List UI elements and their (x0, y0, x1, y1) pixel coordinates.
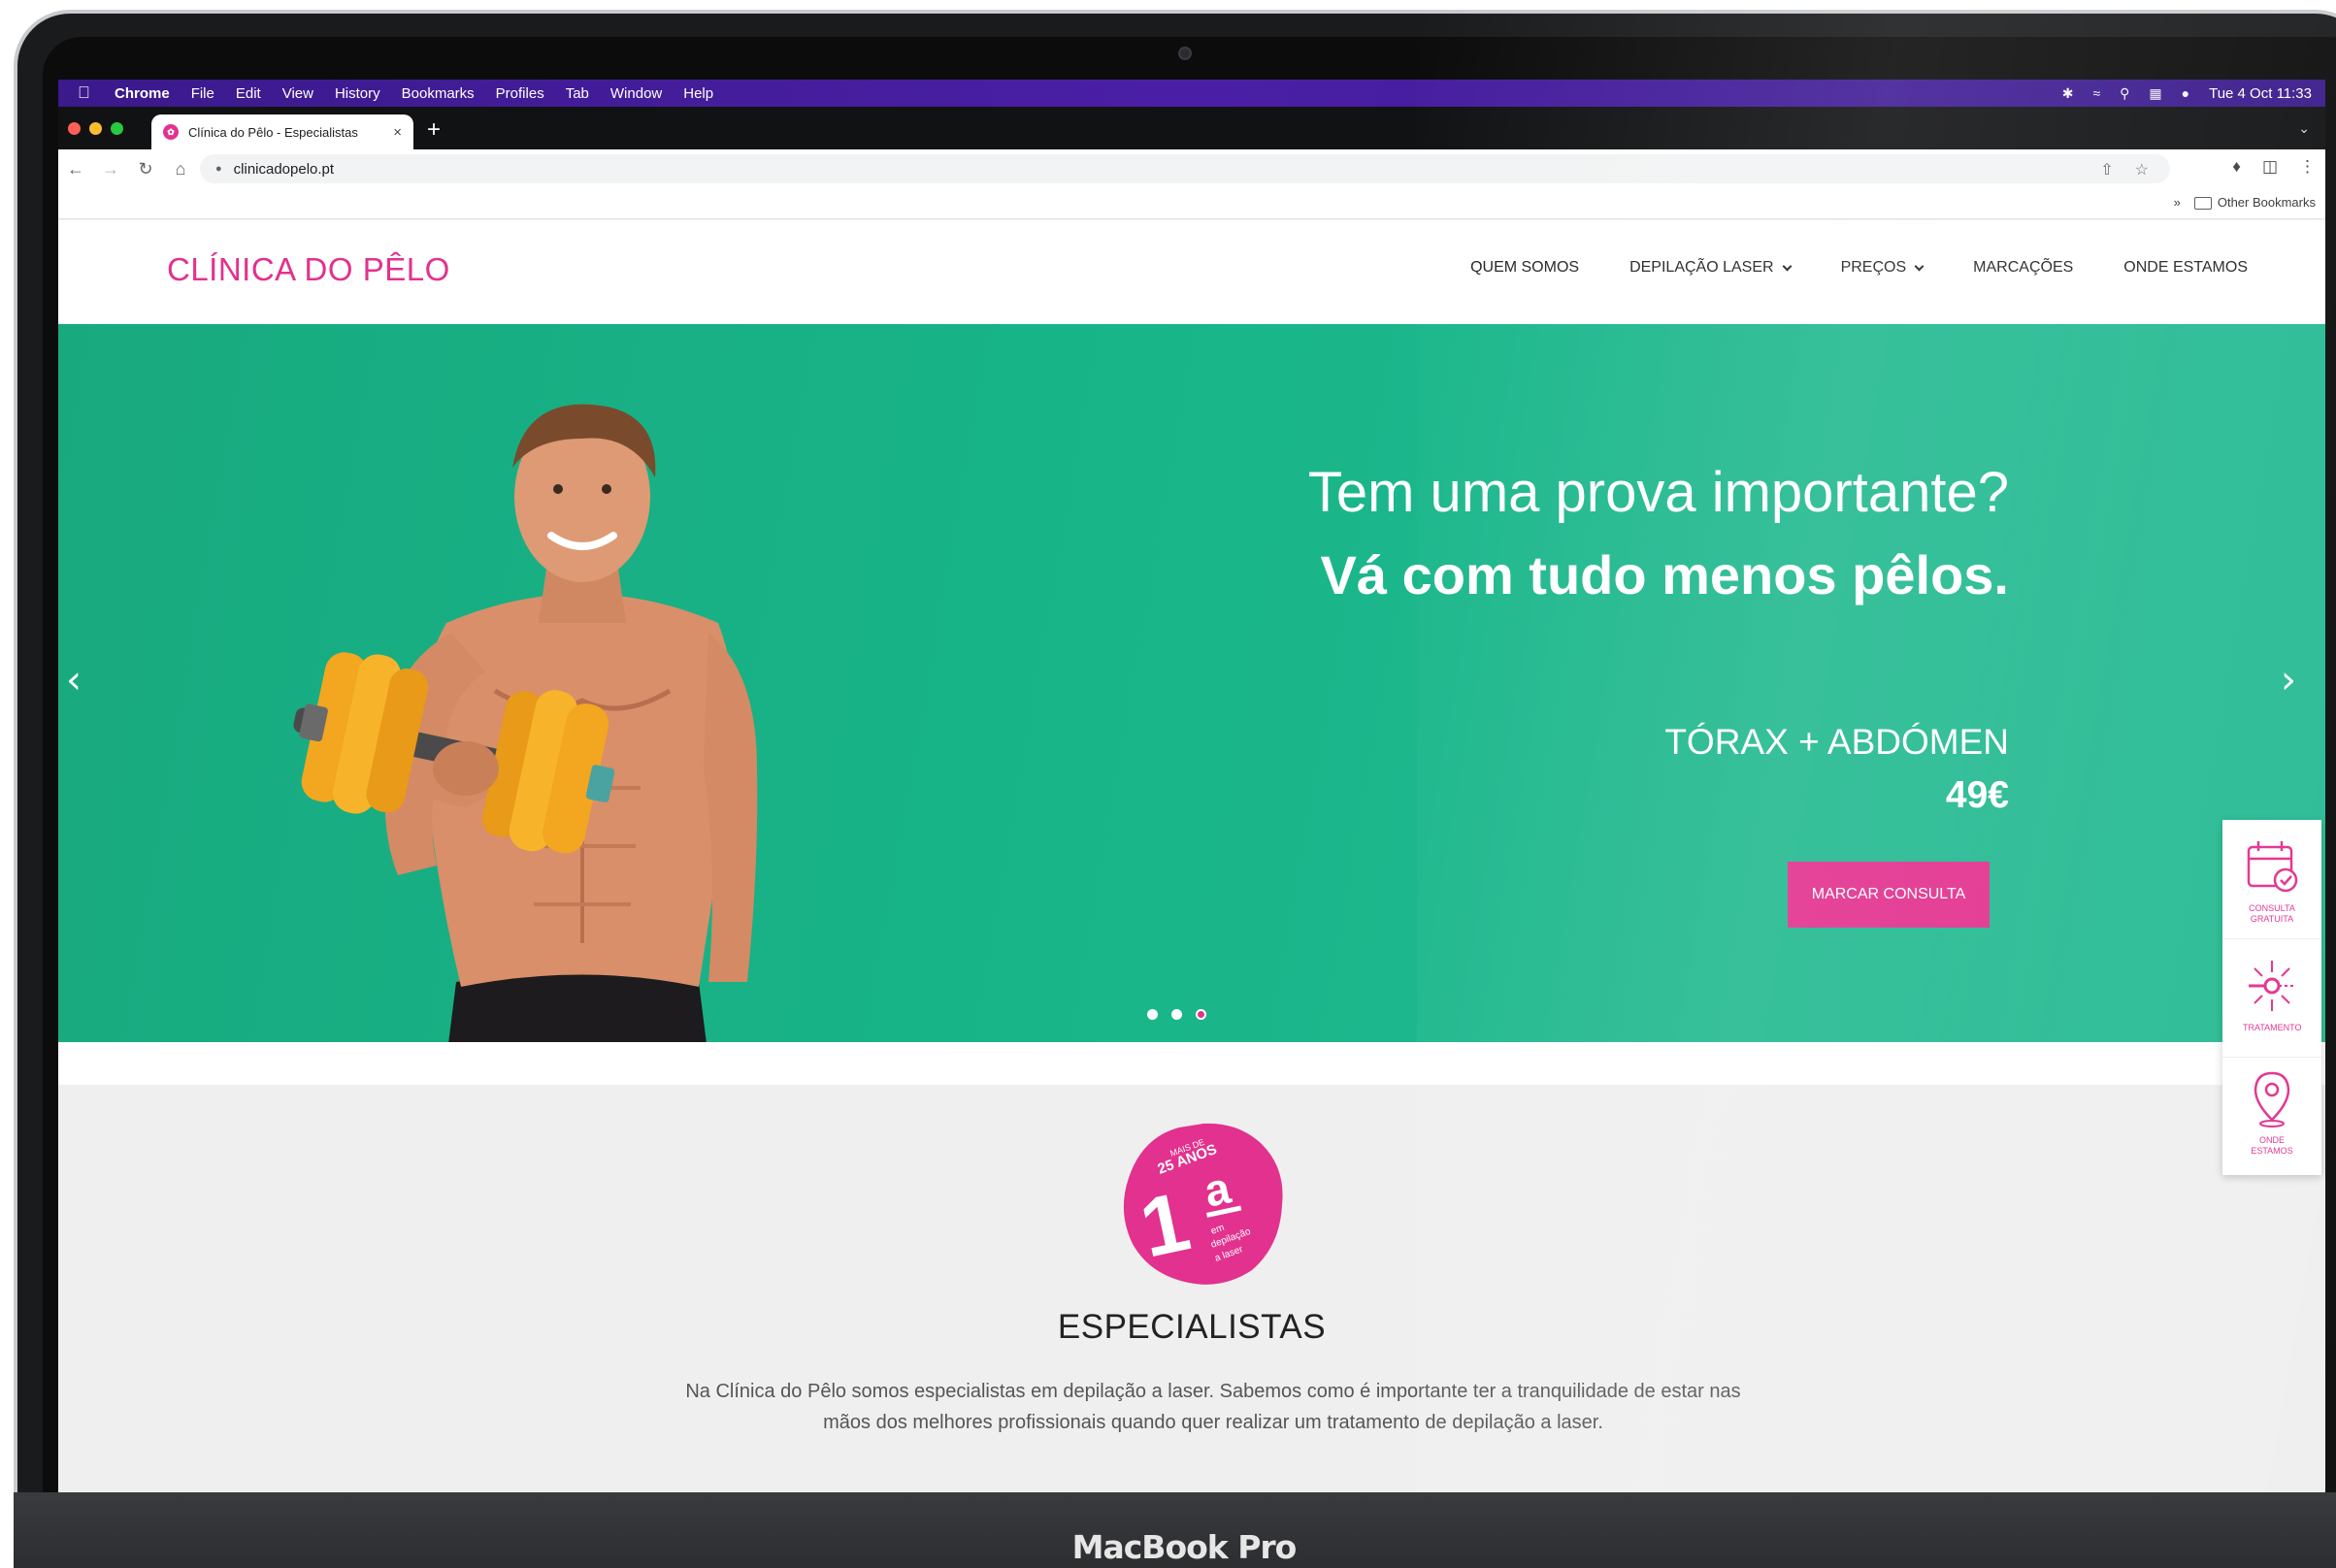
menu-tab[interactable]: Tab (566, 85, 589, 102)
carousel-next-arrow-icon[interactable]: › (2281, 658, 2296, 702)
promo-price: 49€ (1945, 774, 2009, 816)
other-bookmarks-label: Other Bookmarks (2217, 195, 2316, 210)
menu-history[interactable]: History (335, 85, 380, 102)
menu-edit[interactable]: Edit (236, 85, 261, 102)
menu-profiles[interactable]: Profiles (496, 85, 544, 102)
minimize-window-button[interactable] (89, 122, 102, 135)
calendar-icon (2247, 841, 2298, 893)
quick-link-label: ONDE ESTAMOS (2251, 1135, 2293, 1156)
carousel-pagination (1147, 1009, 1206, 1020)
extensions-puzzle-icon[interactable]: ♦ (2232, 157, 2241, 177)
bookmarks-overflow-button[interactable]: » (2174, 195, 2181, 210)
webpage: CLÍNICA DO PÊLO QUEM SOMOS DEPILAÇÃO LAS… (58, 220, 2325, 1494)
quick-link-consulta-gratuita[interactable]: CONSULTA GRATUITA (2222, 820, 2321, 936)
nav-marcacoes[interactable]: MARCAÇÕES (1973, 259, 2073, 277)
location-pin-icon (2254, 1071, 2290, 1127)
browser-tab-active[interactable]: ✿ Clínica do Pêlo - Especialistas × (151, 114, 413, 149)
quick-link-onde-estamos[interactable]: ONDE ESTAMOS (2222, 1057, 2321, 1173)
menu-bookmarks[interactable]: Bookmarks (402, 85, 475, 102)
siri-icon[interactable]: ● (2182, 85, 2189, 101)
nav-precos[interactable]: PREÇOS (1840, 259, 1925, 277)
folder-icon (2193, 197, 2212, 211)
site-header: CLÍNICA DO PÊLO QUEM SOMOS DEPILAÇÃO LAS… (58, 220, 2325, 324)
macos-menubar:  Chrome File Edit View History Bookmark… (58, 80, 2325, 107)
other-bookmarks-folder[interactable]: Other Bookmarks (2193, 195, 2316, 211)
wifi-off-icon[interactable]: ≈ (2092, 85, 2100, 101)
side-panel-icon[interactable]: ◫ (2262, 157, 2278, 177)
lock-icon[interactable]: ● (215, 163, 222, 175)
chevron-down-icon (1782, 261, 1793, 271)
quick-link-label: CONSULTA GRATUITA (2249, 903, 2295, 924)
reload-button[interactable]: ↻ (128, 159, 163, 180)
bookmarks-bar: » Other Bookmarks (58, 188, 2325, 219)
forward-button[interactable]: → (93, 159, 128, 180)
device-model-label: MacBook Pro (1071, 1528, 1298, 1566)
quick-link-tratamento[interactable]: TRATAMENTO (2222, 938, 2321, 1055)
browser-tabstrip: ✿ Clínica do Pêlo - Especialistas × + ⌄ (58, 107, 2325, 149)
home-button[interactable]: ⌂ (163, 159, 198, 180)
menu-app-chrome[interactable]: Chrome (115, 85, 170, 102)
address-bar[interactable]: ● clinicadopelo.pt ⇧ ☆ (200, 154, 2170, 183)
section-divider (58, 1042, 2325, 1085)
quick-link-label: TRATAMENTO (2243, 1023, 2302, 1032)
carousel-dot-2[interactable] (1171, 1009, 1182, 1020)
new-tab-button[interactable]: + (427, 118, 441, 142)
screenshot-stage:  Chrome File Edit View History Bookmark… (0, 0, 2336, 1568)
section-description: Na Clínica do Pêlo somos especialistas e… (685, 1381, 1741, 1433)
zoom-window-button[interactable] (111, 122, 123, 135)
carousel-dot-1[interactable] (1147, 1009, 1158, 1020)
tab-search-chevron-icon[interactable]: ⌄ (2298, 120, 2310, 137)
promo-body-area: TÓRAX + ABDÓMEN (1664, 722, 2009, 762)
share-icon[interactable]: ⇧ (2100, 160, 2113, 180)
menu-window[interactable]: Window (610, 85, 662, 102)
carousel-dot-3[interactable] (1196, 1009, 1206, 1020)
apple-menu-icon[interactable]:  (78, 83, 103, 103)
main-nav: QUEM SOMOS DEPILAÇÃO LASER PREÇOS MARCAÇ… (1470, 259, 2248, 277)
screen:  Chrome File Edit View History Bookmark… (58, 80, 2325, 1494)
chrome-menu-icon[interactable]: ⋮ (2299, 157, 2316, 177)
laser-icon (2249, 961, 2295, 1011)
window-controls (68, 122, 123, 135)
back-button[interactable]: ← (58, 159, 93, 180)
book-consultation-button[interactable]: MARCAR CONSULTA (1788, 862, 1990, 928)
browser-toolbar: ← → ↻ ⌂ ● clinicadopelo.pt ⇧ ☆ ♦ ◫ ⋮ (58, 149, 2325, 188)
nav-quem-somos[interactable]: QUEM SOMOS (1470, 259, 1579, 277)
first-in-laser-badge: MAIS DE 25 ANOS 1 a em depilação a laser (1123, 1123, 1283, 1285)
nav-onde-estamos[interactable]: ONDE ESTAMOS (2123, 259, 2248, 277)
bluetooth-icon[interactable]: ✱ (2062, 85, 2074, 102)
nav-label: MARCAÇÕES (1973, 259, 2074, 276)
menu-help[interactable]: Help (683, 85, 713, 102)
nav-label: QUEM SOMOS (1470, 259, 1580, 276)
chevron-down-icon (1914, 261, 1925, 271)
bookmark-star-icon[interactable]: ☆ (2135, 160, 2149, 180)
menubar-clock[interactable]: Tue 4 Oct 11:33 (2209, 85, 2312, 102)
hero-carousel: ‹ › Tem uma prova importante? Vá com tud… (58, 324, 2325, 1042)
nav-label: PREÇOS (1840, 259, 1907, 276)
spotlight-search-icon[interactable]: ⚲ (2120, 85, 2129, 102)
url-text[interactable]: clinicadopelo.pt (234, 161, 334, 178)
tab-close-icon[interactable]: × (393, 124, 402, 141)
close-window-button[interactable] (68, 122, 81, 135)
site-logo[interactable]: CLÍNICA DO PÊLO (167, 251, 450, 288)
carousel-prev-arrow-icon[interactable]: ‹ (66, 658, 82, 702)
control-center-icon[interactable]: ▦ (2149, 85, 2161, 102)
menu-view[interactable]: View (282, 85, 313, 102)
specialists-section: MAIS DE 25 ANOS 1 a em depilação a laser… (58, 1085, 2325, 1494)
floating-quick-links: CONSULTA GRATUITA TRATAMENTO ONDE ESTAMO… (2222, 820, 2321, 1175)
hero-headline: Tem uma prova importante? (1307, 461, 2009, 524)
athlete-with-dumbbell-image (293, 404, 758, 1042)
hero-subheadline: Vá com tudo menos pêlos. (1320, 544, 2009, 605)
nav-depilacao-laser[interactable]: DEPILAÇÃO LASER (1629, 259, 1793, 277)
nav-label: ONDE ESTAMOS (2123, 259, 2248, 276)
menu-file[interactable]: File (191, 85, 214, 102)
nav-label: DEPILAÇÃO LASER (1629, 259, 1774, 276)
tab-title: Clínica do Pêlo - Especialistas (188, 124, 358, 140)
webcam (1178, 47, 1192, 60)
section-title: ESPECIALISTAS (1057, 1308, 1327, 1346)
site-favicon-icon: ✿ (163, 124, 179, 140)
